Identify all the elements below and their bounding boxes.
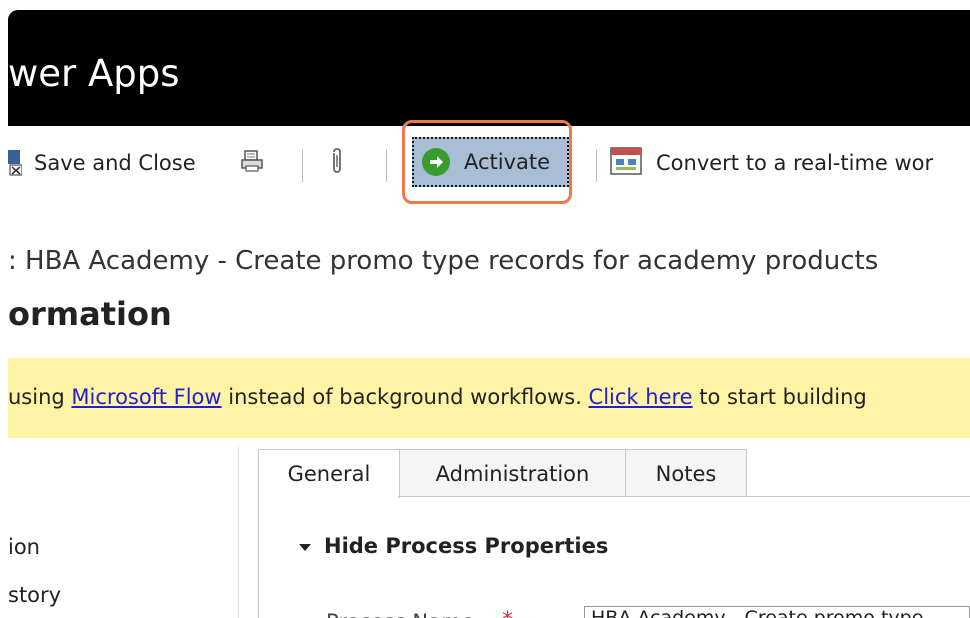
banner-prefix: using [8, 385, 72, 409]
click-here-link[interactable]: Click here [589, 385, 693, 409]
print-icon [240, 149, 264, 177]
tab-general[interactable]: General [258, 449, 400, 498]
record-title: : HBA Academy - Create promo type record… [8, 246, 879, 276]
convert-realtime-workflow-button[interactable]: Convert to a real-time wor [610, 145, 933, 181]
toolbar-separator [386, 150, 387, 182]
process-name-input[interactable]: HBA Academy - Create promo type... [584, 606, 970, 618]
convert-realtime-label: Convert to a real-time wor [656, 151, 934, 175]
microsoft-flow-link[interactable]: Microsoft Flow [71, 385, 221, 409]
app-window: wer Apps Save and Close Activate Convert… [8, 10, 970, 618]
save-and-close-label: Save and Close [34, 151, 196, 175]
form-section-heading: ormation [8, 295, 172, 333]
save-close-icon [8, 150, 23, 176]
app-title: wer Apps [8, 52, 180, 95]
paperclip-icon [328, 147, 346, 179]
banner-suffix: to start building [692, 385, 867, 409]
nav-item-history[interactable]: story [8, 583, 61, 607]
caret-down-icon [298, 537, 312, 556]
tab-administration[interactable]: Administration [399, 449, 626, 497]
activate-label: Activate [464, 150, 551, 174]
section-toggle-label: Hide Process Properties [324, 534, 609, 558]
left-navigation-pane: ion story [8, 447, 239, 618]
save-and-close-button[interactable]: Save and Close [8, 145, 196, 181]
tab-divider [398, 496, 970, 497]
toolbar-separator [596, 150, 597, 182]
activate-button[interactable]: Activate [412, 137, 569, 187]
notification-banner-text: using Microsoft Flow instead of backgrou… [8, 385, 867, 409]
top-navigation-bar: wer Apps [8, 10, 970, 126]
tab-notes[interactable]: Notes [625, 449, 747, 497]
hide-process-properties-toggle[interactable]: Hide Process Properties [298, 534, 608, 558]
required-asterisk: * [502, 608, 513, 618]
tab-panel-border [258, 496, 259, 618]
nav-item-information[interactable]: ion [8, 535, 40, 559]
process-name-label: Process Name [326, 610, 474, 618]
banner-middle-text: instead of background workflows. [221, 385, 589, 409]
attach-file-button[interactable] [328, 145, 346, 181]
print-preview-button[interactable] [240, 145, 264, 181]
arrow-right-circle-icon [422, 148, 450, 176]
workflow-window-icon [610, 147, 642, 179]
toolbar-separator [302, 150, 303, 182]
